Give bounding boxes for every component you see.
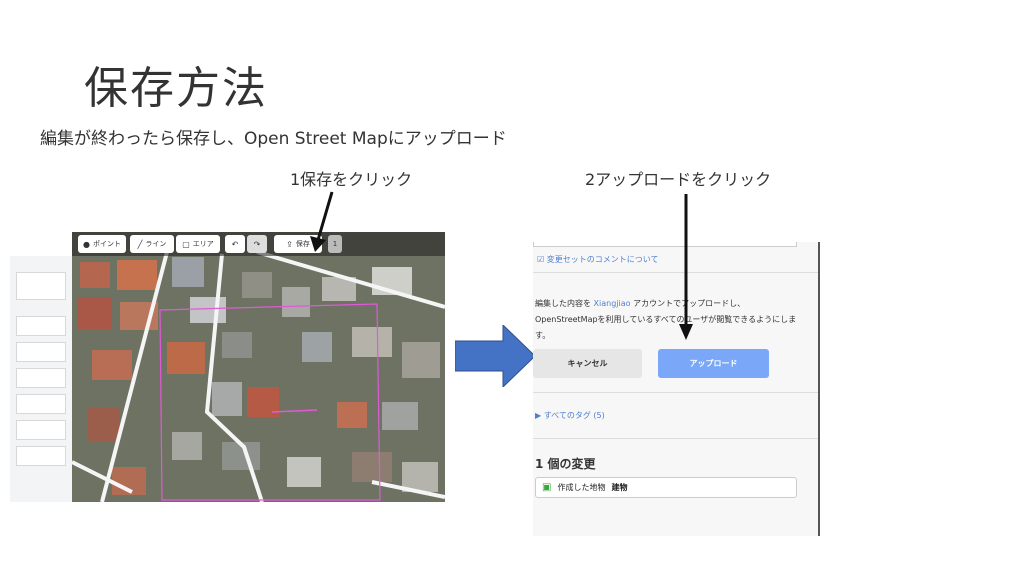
area-tool-button[interactable]: ▢ エリア: [176, 235, 220, 253]
sidebar-field[interactable]: [16, 272, 66, 300]
step1-caption: 1保存をクリック: [290, 170, 413, 189]
divider: [533, 438, 818, 439]
line-tool-button[interactable]: ╱ ライン: [130, 235, 174, 253]
pointer-arrow-upload: [679, 194, 693, 340]
redo-icon: ↷: [253, 239, 261, 249]
upload-icon: ⇪: [286, 239, 293, 249]
upload-button[interactable]: アップロード: [658, 349, 769, 378]
sidebar-field[interactable]: [16, 316, 66, 336]
upload-description: 編集した内容を Xiangjiao アカウントでアップロードし、OpenStre…: [535, 299, 797, 340]
changeset-comment-link[interactable]: ☑ 変更セットのコメントについて: [537, 254, 658, 265]
username-link[interactable]: Xiangjiao: [594, 299, 631, 308]
undo-icon: ↶: [231, 239, 239, 249]
point-tool-button[interactable]: ● ポイント: [78, 235, 126, 253]
editor-toolbar: ● ポイント ╱ ライン ▢ エリア ↶ ↷ ⇪ 保存 1: [72, 232, 445, 256]
undo-button[interactable]: ↶: [225, 235, 245, 253]
changes-heading: 1 個の変更: [535, 457, 596, 471]
sidebar-field[interactable]: [16, 420, 66, 440]
area-icon: ▢: [182, 239, 190, 249]
step2-caption: 2アップロードをクリック: [585, 170, 772, 189]
sidebar-field[interactable]: [16, 368, 66, 388]
sidebar-field[interactable]: [16, 446, 66, 466]
redo-button[interactable]: ↷: [247, 235, 267, 253]
satellite-map[interactable]: [72, 232, 445, 502]
slide-title: 保存方法: [84, 63, 268, 114]
cancel-button[interactable]: キャンセル: [533, 349, 642, 378]
line-icon: ╱: [137, 239, 143, 249]
slide-subtitle: 編集が終わったら保存し、Open Street Mapにアップロード: [40, 129, 507, 149]
all-tags-toggle[interactable]: ▶ すべてのタグ (5): [535, 410, 605, 421]
comment-textarea[interactable]: [533, 242, 797, 247]
pointer-arrow-save: [310, 191, 334, 252]
divider: [533, 392, 818, 393]
sidebar-field[interactable]: [16, 342, 66, 362]
map-imagery: [72, 232, 445, 502]
area-feature-icon: ▣: [542, 482, 552, 493]
sidebar-field[interactable]: [16, 394, 66, 414]
big-right-arrow: [455, 325, 535, 387]
info-icon: ☑: [537, 255, 547, 264]
map-pin-icon: ●: [83, 239, 90, 249]
editor-sidebar: [10, 256, 73, 502]
change-list-item[interactable]: ▣ 作成した地物 建物: [535, 477, 797, 498]
